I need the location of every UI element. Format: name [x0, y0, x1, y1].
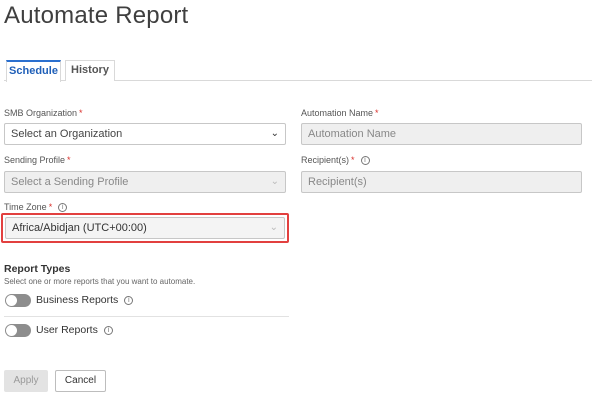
- time-zone-label: Time Zone * i: [4, 202, 68, 213]
- chevron-down-icon: ⌄: [270, 176, 279, 187]
- apply-button[interactable]: Apply: [4, 370, 48, 392]
- tab-bar: Schedule History: [4, 60, 592, 82]
- chevron-down-icon: ⌄: [269, 222, 278, 233]
- report-types-heading: Report Types: [4, 263, 71, 275]
- business-reports-label: Business Reports i: [36, 294, 134, 306]
- divider: [4, 316, 289, 317]
- sending-profile-label: Sending Profile *: [4, 155, 71, 165]
- report-types-description: Select one or more reports that you want…: [4, 277, 196, 286]
- recipients-field[interactable]: Recipient(s): [301, 171, 582, 193]
- page-title: Automate Report: [4, 2, 189, 29]
- tab-history[interactable]: History: [65, 60, 115, 81]
- info-icon[interactable]: i: [360, 156, 370, 166]
- smb-organization-select[interactable]: Select an Organization ⌄: [4, 123, 286, 145]
- business-reports-toggle[interactable]: [5, 294, 31, 307]
- chevron-down-icon: ⌄: [270, 128, 279, 139]
- sending-profile-select[interactable]: Select a Sending Profile ⌄: [4, 171, 286, 193]
- user-reports-toggle[interactable]: [5, 324, 31, 337]
- toggle-knob: [6, 295, 17, 306]
- toggle-knob: [6, 325, 17, 336]
- info-icon[interactable]: i: [124, 295, 134, 305]
- info-icon[interactable]: i: [103, 325, 113, 335]
- info-icon[interactable]: i: [58, 203, 68, 213]
- automation-name-label: Automation Name *: [301, 108, 379, 118]
- time-zone-select[interactable]: Africa/Abidjan (UTC+00:00) ⌄: [5, 217, 285, 239]
- tab-schedule[interactable]: Schedule: [6, 60, 61, 82]
- cancel-button[interactable]: Cancel: [55, 370, 106, 392]
- user-reports-label: User Reports i: [36, 324, 113, 336]
- automation-name-field[interactable]: Automation Name: [301, 123, 582, 145]
- smb-organization-label: SMB Organization *: [4, 108, 83, 118]
- recipients-label: Recipient(s) * i: [301, 155, 370, 166]
